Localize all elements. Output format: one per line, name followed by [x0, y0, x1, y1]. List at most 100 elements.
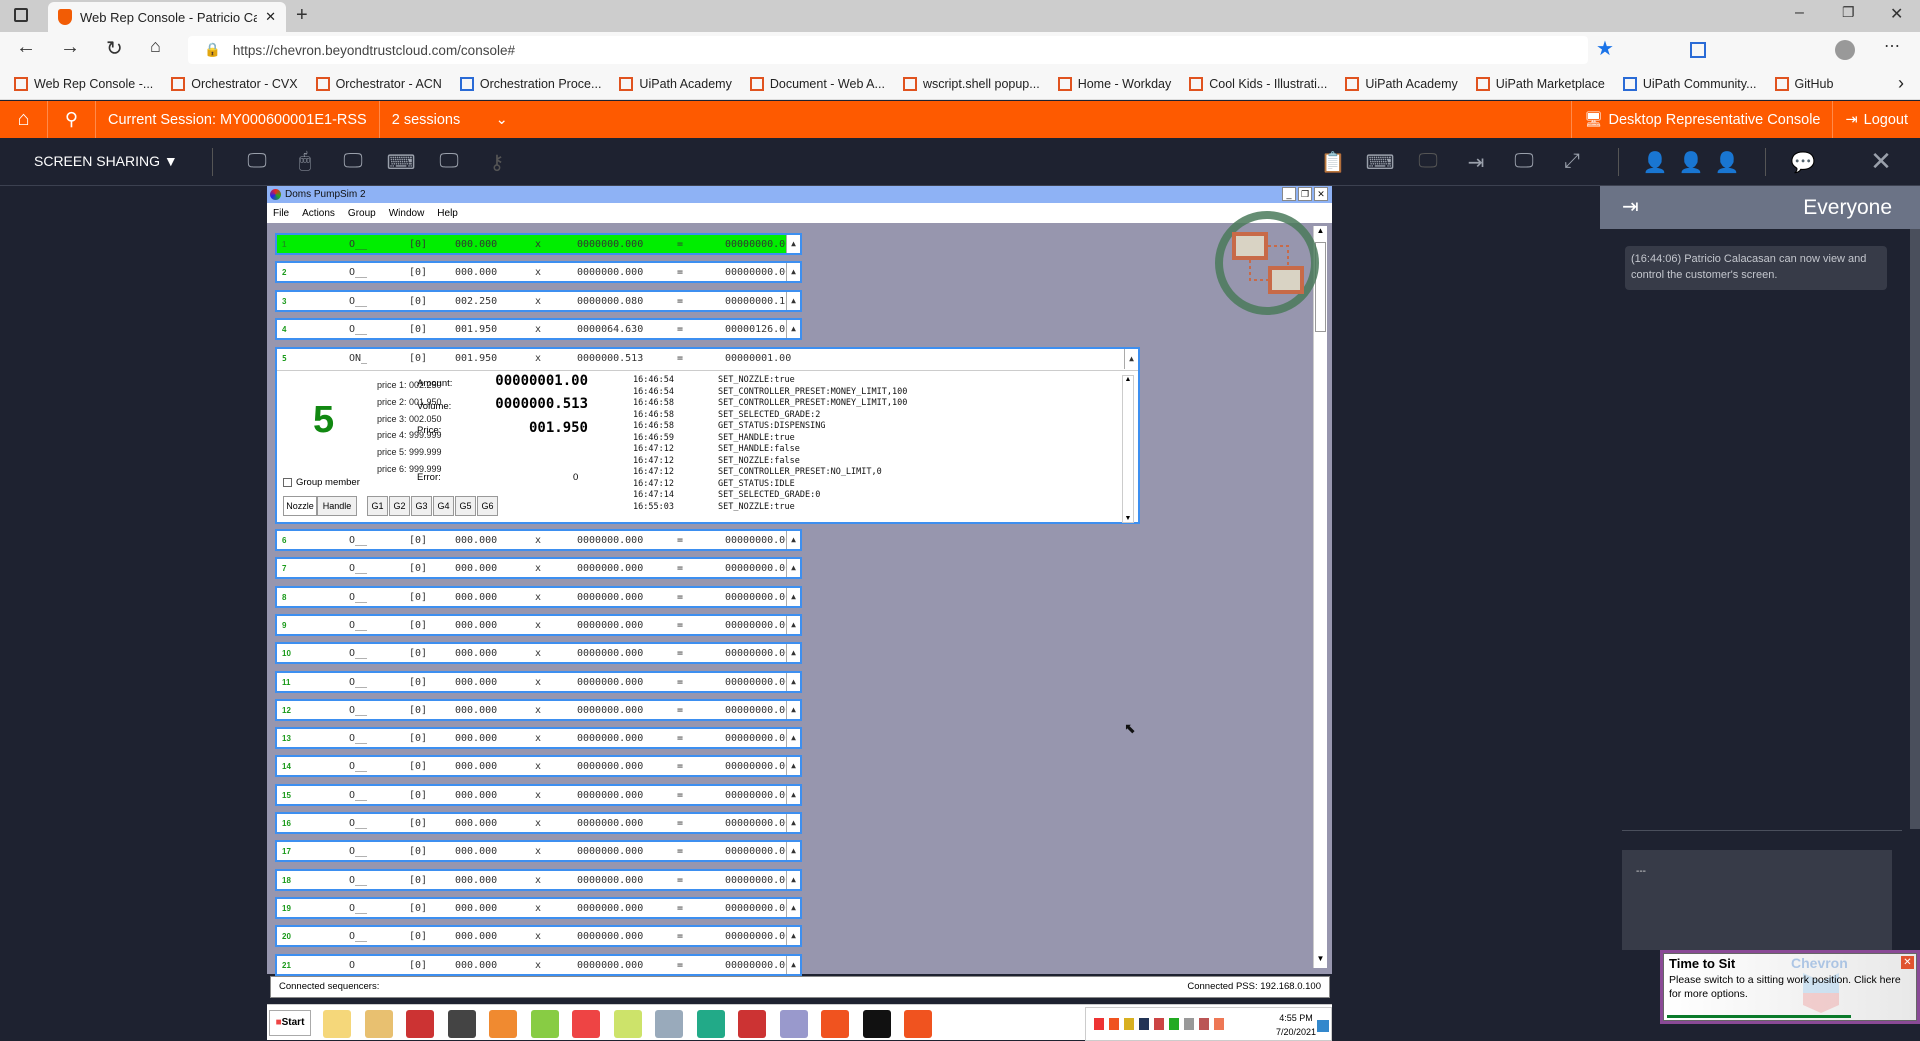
bookmark-item[interactable]: UiPath Marketplace [1475, 76, 1605, 91]
expand-arrow-icon[interactable]: ▲ [786, 927, 800, 946]
pump-row[interactable]: 13 O__ [0] 000.000 0000000.000 00000000.00 x = ▲ [275, 727, 802, 750]
tray-shield-icon[interactable] [1094, 1018, 1104, 1030]
user-remove-icon[interactable]: 👤 [1640, 150, 1670, 174]
refresh-icon[interactable]: ↻ [106, 36, 123, 61]
tray-app2-icon[interactable] [1214, 1018, 1224, 1030]
profile-avatar[interactable] [1835, 40, 1855, 60]
user-add-icon[interactable]: 👤 [1676, 150, 1706, 174]
scroll-up-icon[interactable]: ▲ [1123, 376, 1133, 383]
screen-sharing-dropdown[interactable]: SCREEN SHARING ▼ [34, 153, 178, 169]
menu-actions[interactable]: Actions [302, 208, 335, 219]
menu-group[interactable]: Group [348, 208, 376, 219]
logout-button[interactable]: ⇥ Logout [1833, 101, 1920, 138]
url-input[interactable]: 🔒 https://chevron.beyondtrustcloud.com/co… [188, 36, 1588, 64]
bookmark-item[interactable]: Home - Workday [1057, 76, 1171, 91]
back-icon[interactable]: ← [16, 36, 36, 59]
restore-icon[interactable]: ❐ [1842, 4, 1855, 21]
time-to-sit-popup[interactable]: Chevron Time to Sit Please switch to a s… [1660, 950, 1920, 1024]
home-icon[interactable]: ⌂ [150, 36, 161, 57]
expand-arrow-icon[interactable]: ▲ [786, 235, 800, 253]
anydesk-taskbar-icon[interactable] [821, 1010, 849, 1038]
clipboard-icon[interactable]: 📋 [1318, 150, 1348, 174]
special-keys-icon[interactable]: ⌨ [386, 150, 416, 174]
grade-button[interactable]: G6 [477, 496, 498, 516]
minimize-icon[interactable]: – [1795, 4, 1804, 22]
scroll-down-icon[interactable]: ▼ [1314, 954, 1327, 968]
handle-button[interactable]: Handle [317, 496, 357, 516]
pump-row[interactable]: 11 O__ [0] 000.000 0000000.000 00000000.00 x = ▲ [275, 670, 802, 693]
close-icon[interactable]: ✕ [1314, 187, 1328, 201]
search-icon[interactable]: ⚲ [48, 101, 96, 138]
expand-arrow-icon[interactable]: ▲ [786, 870, 800, 889]
pump-row[interactable]: 3 O__ [0] 002.250 0000000.080 00000000.18 x = ▲ [275, 289, 802, 312]
tray-check-icon[interactable] [1169, 1018, 1179, 1030]
annotation-icon[interactable]: 🖵 [434, 150, 464, 174]
multi-monitor-icon[interactable]: 🖵 [1413, 150, 1443, 174]
bookmark-item[interactable]: Web Rep Console -... [14, 76, 153, 91]
terminal-taskbar-icon[interactable] [862, 1010, 891, 1038]
folder-taskbar-icon[interactable] [613, 1010, 642, 1038]
clock[interactable]: 4:55 PM 7/20/2021 [1276, 1011, 1316, 1039]
pump-row[interactable]: 17 O__ [0] 000.000 0000000.000 00000000.00 x = ▲ [275, 840, 802, 863]
tray-app-icon[interactable] [1109, 1018, 1119, 1030]
grade-button[interactable]: G1 [367, 496, 388, 516]
nozzle-button[interactable]: Nozzle [283, 496, 317, 516]
bookmark-item[interactable]: UiPath Academy [619, 76, 732, 91]
pump-5-row[interactable]: 5 ON_ [0] 001.950 x 0000000.513 = 000000… [277, 349, 1138, 371]
home-icon[interactable]: ⌂ [0, 101, 48, 138]
credentials-key-icon[interactable]: ⚷ [482, 150, 512, 174]
more-menu-icon[interactable]: ⋯ [1884, 36, 1900, 56]
settings-taskbar-icon[interactable] [655, 1010, 683, 1038]
grade-button[interactable]: G2 [389, 496, 410, 516]
log-scrollbar[interactable]: ▲ ▼ [1122, 375, 1134, 523]
bookmark-item[interactable]: Cool Kids - Illustrati... [1189, 76, 1327, 91]
tray-volume-icon[interactable] [1199, 1018, 1209, 1030]
pump-5-expanded[interactable]: 5 ON_ [0] 001.950 x 0000000.513 = 000000… [275, 347, 1140, 524]
fullscreen-icon[interactable]: ⤢ [1557, 150, 1587, 174]
bookmark-item[interactable]: Document - Web A... [749, 76, 885, 91]
desktop-console-button[interactable]: 🖥 Desktop Representative Console [1571, 101, 1834, 138]
pump-row[interactable]: 15 O__ [0] 000.000 0000000.000 00000000.00 x = ▲ [275, 783, 802, 806]
tab-actions-icon[interactable] [14, 8, 28, 22]
view-screen-icon[interactable]: 🖵 [242, 150, 272, 174]
show-desktop-button[interactable] [1317, 1020, 1329, 1032]
pumpsim2-taskbar-icon[interactable] [696, 1010, 725, 1038]
grade-button[interactable]: G3 [411, 496, 432, 516]
tray-power-icon[interactable] [1154, 1018, 1164, 1030]
expand-arrow-icon[interactable]: ▲ [786, 814, 800, 832]
close-window-icon[interactable]: ✕ [1890, 4, 1903, 24]
pump-row[interactable]: 20 O__ [0] 000.000 0000000.000 00000000.00 x = ▲ [275, 925, 802, 948]
pump-row[interactable]: 2 O__ [0] 000.000 0000000.000 00000000.00 x = ▲ [275, 261, 802, 284]
expand-arrow-icon[interactable]: ▲ [786, 263, 800, 282]
expand-arrow-icon[interactable]: ▲ [786, 785, 800, 804]
chat-icon[interactable]: 💬 [1788, 150, 1818, 174]
bookmark-item[interactable]: GitHub [1774, 76, 1833, 91]
bookmark-item[interactable]: UiPath Academy [1345, 76, 1458, 91]
expand-arrow-icon[interactable]: ▲ [786, 531, 800, 549]
scroll-down-icon[interactable]: ▼ [1123, 515, 1133, 522]
pump-row[interactable]: 21 O [0] 000.000 0000000.000 00000000.00 x = ▲ [275, 953, 802, 976]
chrome-taskbar-icon[interactable] [572, 1010, 600, 1038]
new-tab-icon[interactable]: + [296, 4, 308, 27]
pump-row[interactable]: 6 O__ [0] 000.000 0000000.000 00000000.00 x = ▲ [275, 529, 802, 551]
expand-arrow-icon[interactable]: ▲ [786, 700, 800, 719]
minimize-icon[interactable]: _ [1282, 187, 1296, 201]
grade-button[interactable]: G4 [433, 496, 454, 516]
forward-icon[interactable]: → [60, 36, 80, 59]
more-bookmarks-icon[interactable]: › [1898, 73, 1904, 94]
mouse-control-icon[interactable]: 🖱 [290, 150, 320, 174]
grade-button[interactable]: G5 [455, 496, 476, 516]
uipath-extension-icon[interactable] [1690, 42, 1706, 58]
pump-row[interactable]: 16 O__ [0] 000.000 0000000.000 00000000.00 x = ▲ [275, 812, 802, 834]
pump-row[interactable]: 8 O__ [0] 000.000 0000000.000 00000000.00 x = ▲ [275, 585, 802, 608]
favorite-star-icon[interactable]: ★ [1596, 36, 1614, 61]
notepad-taskbar-icon[interactable] [447, 1010, 476, 1038]
expand-arrow-icon[interactable]: ▲ [786, 672, 800, 691]
bookmark-item[interactable]: Orchestrator - CVX [171, 76, 298, 91]
pump-row[interactable]: 18 O__ [0] 000.000 0000000.000 00000000.00 x = ▲ [275, 868, 802, 891]
start-button[interactable]: ■Start [269, 1010, 311, 1036]
pumpsim-taskbar-icon[interactable] [489, 1010, 517, 1038]
expand-arrow-icon[interactable]: ▲ [786, 955, 800, 974]
user-minus-icon[interactable]: 👤 [1712, 150, 1742, 174]
tray-security-icon[interactable] [1124, 1018, 1134, 1030]
